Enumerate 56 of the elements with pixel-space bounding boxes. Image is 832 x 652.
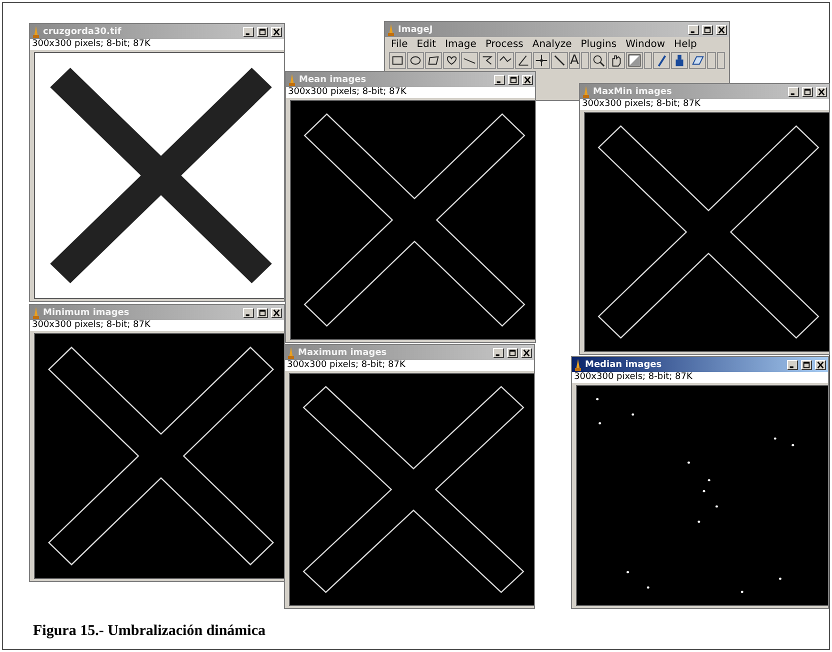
window-title: Maximum images [298, 348, 388, 358]
tool-slot [716, 52, 725, 69]
app-icon [287, 346, 295, 358]
image-info: 300x300 pixels; 8-bit; 87K [572, 372, 828, 383]
window-title: Minimum images [43, 308, 130, 318]
image-info: 300x300 pixels; 8-bit; 87K [30, 39, 284, 50]
maximize-button[interactable] [508, 74, 519, 84]
close-button[interactable] [271, 26, 282, 36]
window-title: cruzgorda30.tif [43, 26, 122, 36]
angle-tool-icon[interactable] [516, 53, 531, 68]
app-icon [574, 358, 582, 370]
minimize-button[interactable] [243, 26, 254, 36]
minimize-button[interactable] [787, 360, 798, 370]
menu-item[interactable]: Process [485, 39, 524, 50]
color-picker-icon[interactable] [627, 53, 642, 68]
figure-caption: Figura 15.- Umbralización dinámica [33, 623, 266, 640]
menu-item[interactable]: Window [626, 39, 666, 50]
minimize-button[interactable] [243, 308, 254, 318]
maximize-button[interactable] [507, 348, 518, 358]
image-info: 300x300 pixels; 8-bit; 87K [285, 360, 534, 371]
window-title: Median images [585, 360, 663, 370]
close-button[interactable] [521, 348, 532, 358]
menu-item[interactable]: Image [445, 39, 476, 50]
app-icon [582, 86, 590, 98]
window-title: ImageJ [398, 24, 434, 34]
text-tool-button[interactable]: A [569, 52, 580, 69]
image-info: 300x300 pixels; 8-bit; 87K [30, 320, 284, 331]
close-button[interactable] [815, 360, 826, 370]
app-icon [288, 74, 296, 86]
image-info: 300x300 pixels; 8-bit; 87K [286, 87, 535, 98]
close-button[interactable] [271, 308, 282, 318]
crosshair-tool-icon[interactable] [534, 53, 549, 68]
app-icon [387, 24, 395, 36]
maximize-button[interactable] [257, 26, 268, 36]
maximize-button[interactable] [801, 360, 812, 370]
window-title: MaxMin images [593, 86, 673, 96]
menu-item[interactable]: File [391, 39, 408, 50]
close-button[interactable] [716, 24, 727, 34]
maximize-button[interactable] [802, 86, 813, 96]
maximize-button[interactable] [702, 24, 713, 34]
minimize-button[interactable] [494, 74, 505, 84]
close-button[interactable] [816, 86, 827, 96]
menu-item[interactable]: Analyze [532, 39, 572, 50]
window-title: Mean images [299, 74, 368, 84]
minimize-button[interactable] [688, 24, 699, 34]
minimize-button[interactable] [788, 86, 799, 96]
image-info: 300x300 pixels; 8-bit; 87K [580, 99, 829, 110]
menu-item[interactable]: Edit [416, 39, 436, 50]
maximize-button[interactable] [257, 308, 268, 318]
app-icon [32, 306, 40, 318]
menu-item[interactable]: Help [674, 39, 697, 50]
menu-item[interactable]: Plugins [580, 39, 617, 50]
app-icon [32, 26, 40, 38]
magnifier-icon[interactable] [591, 53, 606, 68]
close-button[interactable] [522, 74, 533, 84]
minimize-button[interactable] [493, 348, 504, 358]
